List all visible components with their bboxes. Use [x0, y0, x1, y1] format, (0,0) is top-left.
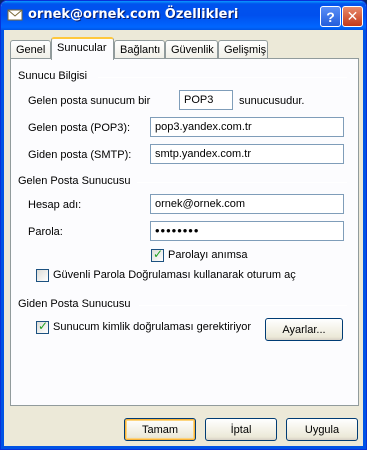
incoming-type-prefix: Gelen posta sunucum bir: [28, 95, 151, 107]
help-button[interactable]: ?: [320, 6, 341, 27]
tab-label: Gelişmiş: [224, 44, 267, 56]
ok-button-label: Tamam: [141, 423, 179, 436]
spa-label[interactable]: Güvenli Parola Doğrulaması kullanarak ot…: [53, 269, 296, 281]
divider: [137, 182, 347, 183]
window-frame-left: [1, 30, 4, 449]
close-icon: ✕: [346, 8, 359, 24]
smtp-auth-checkbox[interactable]: ✓: [36, 319, 49, 334]
tab-baglanti[interactable]: Bağlantı: [114, 40, 165, 59]
tab-guvenlik[interactable]: Güvenlik: [165, 40, 218, 59]
envelope-icon: [7, 7, 23, 23]
tab-gelismis[interactable]: Gelişmiş: [218, 40, 268, 59]
tab-genel[interactable]: Genel: [10, 40, 51, 59]
settings-button[interactable]: Ayarlar...: [265, 318, 343, 341]
remember-password-label[interactable]: Parolayı anımsa: [168, 249, 247, 261]
incoming-group-title: Gelen Posta Sunucusu: [18, 175, 131, 187]
incoming-server-value: pop3.yandex.com.tr: [155, 121, 252, 133]
cancel-button[interactable]: İptal: [205, 418, 277, 441]
cancel-button-label: İptal: [230, 423, 252, 436]
outgoing-group-title: Giden Posta Sunucusu: [18, 298, 131, 310]
servers-panel: Sunucu Bilgisi Gelen posta sunucum bir P…: [10, 58, 359, 406]
server-info-group-title: Sunucu Bilgisi: [18, 70, 88, 82]
smtp-auth-label[interactable]: Sunucum kimlik doğrulaması gerektiriyor: [53, 321, 251, 333]
settings-button-label: Ayarlar...: [282, 323, 326, 336]
account-name-label: Hesap adı:: [28, 199, 82, 211]
password-label: Parola:: [28, 226, 63, 238]
window-frame-right: [363, 30, 366, 449]
window-title: ornek@ornek.com Özellikleri: [28, 7, 239, 22]
incoming-server-input[interactable]: pop3.yandex.com.tr: [150, 117, 344, 137]
tab-label: Güvenlik: [171, 44, 214, 56]
tab-label: Bağlantı: [120, 44, 161, 56]
apply-button-label: Uygula: [304, 423, 340, 436]
incoming-type-value: POP3: [184, 94, 214, 106]
ok-button[interactable]: Tamam: [124, 418, 196, 441]
checkmark-icon: ✓: [153, 247, 164, 261]
close-button[interactable]: ✕: [342, 6, 363, 27]
help-icon: ?: [326, 8, 335, 25]
checkmark-icon: ✓: [38, 319, 49, 333]
incoming-server-label: Gelen posta (POP3):: [28, 122, 131, 134]
outgoing-server-value: smtp.yandex.com.tr: [155, 148, 251, 160]
tab-label: Sunucular: [57, 42, 107, 54]
incoming-type-field[interactable]: POP3: [179, 90, 233, 110]
properties-dialog: ornek@ornek.com Özellikleri ? ✕ Genel Su…: [0, 0, 367, 450]
tab-label: Genel: [16, 44, 46, 56]
outgoing-server-label: Giden posta (SMTP):: [28, 149, 132, 161]
account-name-value: ornek@ornek.com: [155, 198, 246, 210]
remember-password-checkbox[interactable]: ✓: [151, 247, 164, 262]
apply-button[interactable]: Uygula: [286, 418, 358, 441]
incoming-type-suffix: sunucusudur.: [239, 95, 305, 107]
tab-sunucular[interactable]: Sunucular: [51, 37, 114, 60]
window-frame-bottom: [1, 446, 366, 449]
password-input[interactable]: ••••••••: [150, 221, 344, 241]
divider: [139, 305, 347, 306]
title-bar[interactable]: ornek@ornek.com Özellikleri ? ✕: [1, 1, 366, 30]
account-name-input[interactable]: ornek@ornek.com: [150, 194, 344, 214]
outgoing-server-input[interactable]: smtp.yandex.com.tr: [150, 144, 344, 164]
spa-checkbox[interactable]: [36, 269, 49, 282]
password-value: ••••••••: [155, 223, 200, 238]
divider: [98, 77, 347, 78]
